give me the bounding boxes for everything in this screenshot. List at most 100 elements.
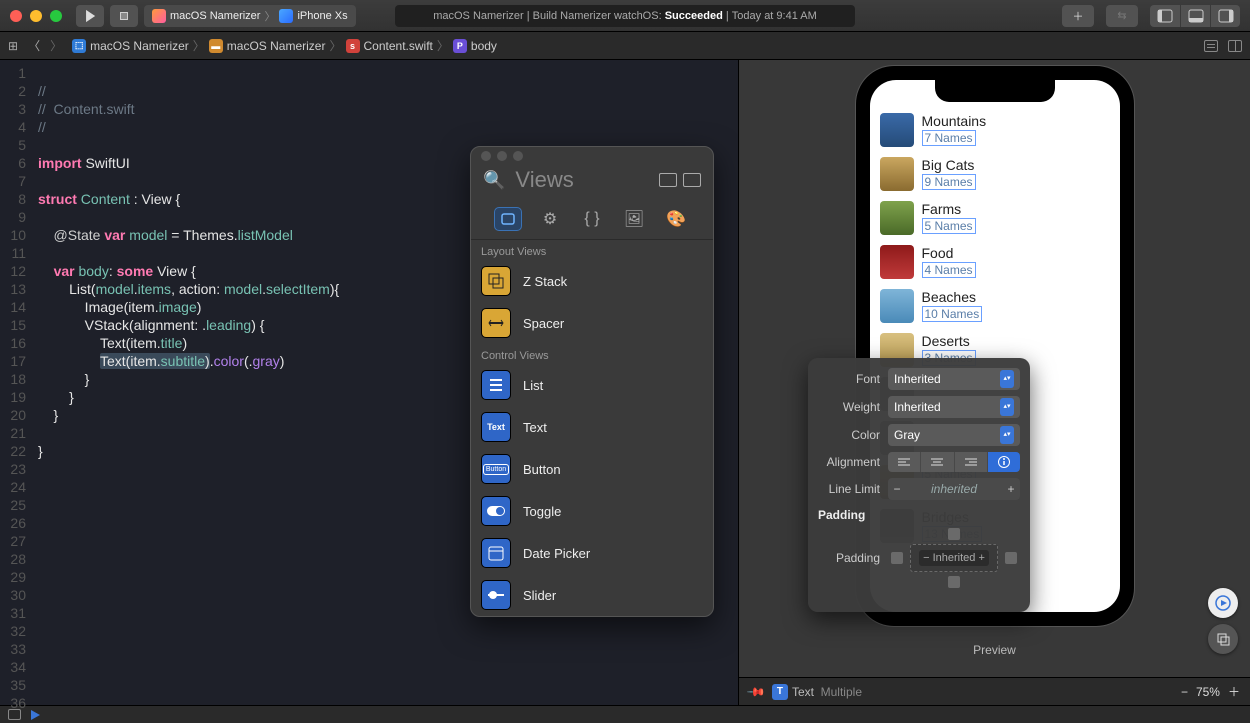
section-layout: Layout Views [471, 240, 713, 260]
modifiers-tab[interactable]: ⚙ [536, 207, 564, 231]
nav-back[interactable]: 〈 [28, 37, 40, 54]
thumbnail [880, 113, 914, 147]
library-search[interactable]: 🔍 Views [471, 161, 713, 203]
color-tab[interactable]: 🎨 [662, 207, 690, 231]
thumbnail [880, 245, 914, 279]
lib-text[interactable]: Text Text [471, 406, 713, 448]
type-badge: T [772, 684, 788, 700]
run-button[interactable] [76, 5, 104, 27]
add-editor-icon[interactable] [1228, 40, 1242, 52]
row-subtitle: 10 Names [922, 306, 983, 322]
pad-dec[interactable]: − [923, 552, 932, 564]
toggle-navigator[interactable] [1150, 5, 1180, 27]
grid-mode-icon[interactable] [659, 173, 677, 187]
crumb-project[interactable]: ⬚ macOS Namerizer [72, 39, 189, 53]
code-content[interactable]: // // Content.swift // import SwiftUI st… [32, 60, 339, 712]
align-info[interactable] [988, 452, 1020, 472]
library-button[interactable]: ＋ [1062, 5, 1094, 27]
padding-control[interactable]: − Inherited + [888, 528, 1020, 588]
list-item[interactable]: Farms5 Names [880, 196, 1110, 240]
property-icon: P [453, 39, 467, 53]
row-subtitle: 4 Names [922, 262, 976, 278]
list-item[interactable]: Beaches10 Names [880, 284, 1110, 328]
lib-list[interactable]: List [471, 364, 713, 406]
lib-slider[interactable]: Slider [471, 574, 713, 616]
library-palette: 🔍 Views ⚙ { } 🖼 🎨 Layout Views Z Stack [470, 146, 714, 617]
line-gutter: 1234567891011121314151617181920212223242… [0, 60, 32, 712]
live-preview-button[interactable] [1208, 588, 1238, 618]
row-subtitle: 5 Names [922, 218, 976, 234]
lib-button[interactable]: Button Button [471, 448, 713, 490]
code-review-button[interactable]: ⇆ [1106, 5, 1138, 27]
crumb-symbol[interactable]: P body [453, 39, 497, 53]
zoom-out[interactable]: − [1181, 685, 1188, 699]
media-tab[interactable]: 🖼 [620, 207, 648, 231]
zoom-in[interactable]: ＋ [1228, 683, 1240, 700]
pad-left[interactable] [891, 552, 903, 564]
preview-label: Preview [739, 643, 1250, 657]
linelimit-inc[interactable]: + [1002, 482, 1020, 496]
toggle-debug[interactable] [1180, 5, 1210, 27]
crumb-group[interactable]: ▬ macOS Namerizer [209, 39, 326, 53]
preview-footer: 📌 T Text Multiple − 75% ＋ [739, 677, 1250, 705]
color-select[interactable]: Gray▴▾ [888, 424, 1020, 446]
align-left[interactable] [888, 452, 921, 472]
list-item[interactable]: Big Cats9 Names [880, 152, 1110, 196]
align-right[interactable] [955, 452, 988, 472]
scheme-sep: 〉 [264, 8, 275, 24]
activity-status: macOS Namerizer | Build Namerizer watchO… [395, 5, 855, 27]
row-title: Mountains [922, 113, 987, 129]
minimap-toggle-icon[interactable] [1204, 40, 1218, 52]
button-icon: Button [481, 454, 511, 484]
selection-count: Multiple [821, 685, 862, 699]
lib-zstack[interactable]: Z Stack [471, 260, 713, 302]
stop-button[interactable] [110, 5, 138, 27]
related-items-icon[interactable]: ⊞ [8, 39, 18, 53]
views-tab[interactable] [494, 207, 522, 231]
lib-toggle[interactable]: Toggle [471, 490, 713, 532]
scheme-app: macOS Namerizer [170, 10, 260, 22]
list-mode-icon[interactable] [683, 173, 701, 187]
crumb-file[interactable]: s Content.swift [346, 39, 433, 53]
app-icon [152, 9, 166, 23]
list-item[interactable]: Food4 Names [880, 240, 1110, 284]
minimize-window[interactable] [30, 10, 42, 22]
library-search-placeholder: Views [515, 167, 649, 193]
scheme-selector[interactable]: macOS Namerizer 〉 iPhone Xs [144, 5, 356, 27]
toggle-inspector[interactable] [1210, 5, 1240, 27]
titlebar: macOS Namerizer 〉 iPhone Xs macOS Nameri… [0, 0, 1250, 32]
window-controls [10, 10, 62, 22]
pad-right[interactable] [1005, 552, 1017, 564]
pad-inc[interactable]: + [975, 552, 984, 564]
thumbnail [880, 289, 914, 323]
duplicate-preview-button[interactable] [1208, 624, 1238, 654]
datepicker-icon [481, 538, 511, 568]
lib-datepicker[interactable]: Date Picker [471, 532, 713, 574]
lib-spacer[interactable]: Spacer [471, 302, 713, 344]
row-title: Farms [922, 201, 976, 217]
scheme-device: iPhone Xs [297, 10, 347, 22]
pad-bottom[interactable] [948, 576, 960, 588]
nav-forward[interactable]: 〉 [50, 37, 62, 54]
section-control: Control Views [471, 344, 713, 364]
row-title: Food [922, 245, 976, 261]
panel-toggles [1150, 5, 1240, 27]
alignment-segmented [888, 452, 1020, 472]
align-center[interactable] [921, 452, 954, 472]
text-icon: Text [481, 412, 511, 442]
row-title: Big Cats [922, 157, 976, 173]
pad-top[interactable] [948, 528, 960, 540]
weight-select[interactable]: Inherited▴▾ [888, 396, 1020, 418]
source-editor[interactable]: 1234567891011121314151617181920212223242… [0, 60, 738, 705]
close-window[interactable] [10, 10, 22, 22]
font-select[interactable]: Inherited▴▾ [888, 368, 1020, 390]
zoom-window[interactable] [50, 10, 62, 22]
thumbnail [880, 157, 914, 191]
pin-icon[interactable]: 📌 [746, 681, 766, 701]
list-item[interactable]: Mountains7 Names [880, 108, 1110, 152]
snippets-tab[interactable]: { } [578, 207, 606, 231]
row-subtitle: 9 Names [922, 174, 976, 190]
line-limit-stepper[interactable]: − inherited + [888, 478, 1020, 500]
linelimit-dec[interactable]: − [888, 482, 906, 496]
folder-icon: ▬ [209, 39, 223, 53]
